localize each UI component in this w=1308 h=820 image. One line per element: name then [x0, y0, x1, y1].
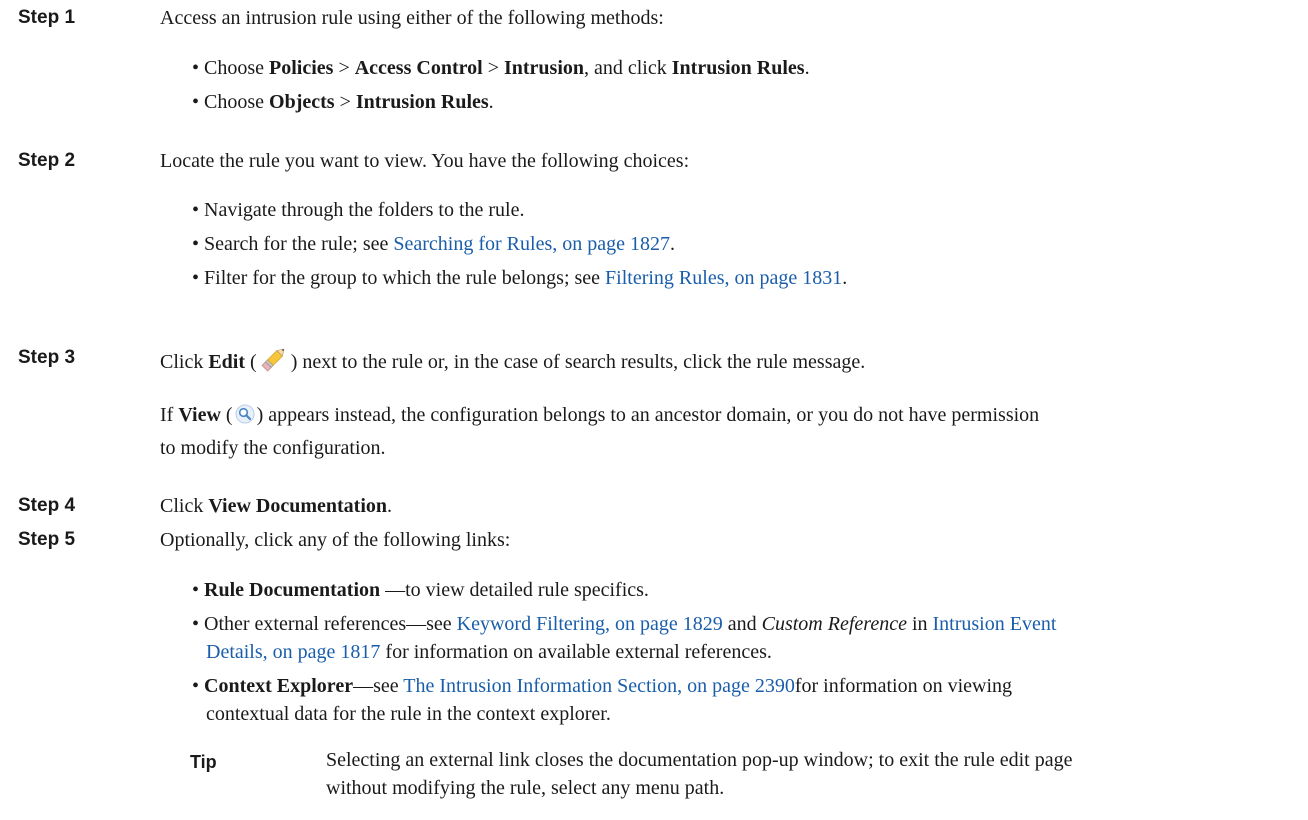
step-2-bullet-2: • Search for the rule; see Searching for…: [192, 233, 675, 255]
para-line-1: appears instead, the configuration belon…: [263, 404, 1040, 426]
para-pre: If: [160, 404, 179, 426]
bullet-pre: Choose: [204, 91, 270, 113]
keyword-filtering-link[interactable]: Keyword Filtering, on page 1829: [457, 613, 723, 635]
step-1-bullet-2: • Choose Objects > Intrusion Rules.: [192, 91, 494, 113]
bullet-text: Navigate through the folders to the rule…: [204, 199, 525, 221]
magnifier-icon: [235, 403, 255, 433]
bullet-post: for information on available external re…: [380, 641, 772, 663]
intrusion-event-details-link-part-1[interactable]: Intrusion Event: [933, 613, 1057, 635]
bullet-pre: Filter for the group to which the rule b…: [204, 267, 606, 289]
bullet-pre: Other external references—see: [204, 613, 457, 635]
bullet-end: .: [804, 57, 810, 79]
step-1-bullet-1: • Choose Policies > Access Control > Int…: [192, 57, 810, 79]
bullet-end: .: [842, 267, 848, 289]
step-2-bullet-1: • Navigate through the folders to the ru…: [192, 199, 525, 221]
bullet-post-1: for information on viewing: [794, 675, 1013, 697]
rule-documentation-label: Rule Documentation: [204, 579, 381, 601]
bullet-end: .: [488, 91, 494, 113]
step-5-label: Step 5: [18, 529, 76, 550]
step-4-text: Click View Documentation.: [160, 492, 1300, 520]
bullet-continuation: contextual data for the rule in the cont…: [206, 703, 611, 725]
view-label: View: [178, 404, 221, 426]
step-3-label: Step 3: [18, 347, 76, 368]
menu-intrusion-rules: Intrusion Rules: [355, 91, 489, 113]
para-end: .: [387, 495, 393, 517]
menu-intrusion: Intrusion: [503, 57, 584, 79]
para-pre: Click: [160, 351, 209, 373]
bullet-pre: Choose: [204, 57, 270, 79]
menu-separator: >: [334, 91, 356, 113]
edit-label: Edit: [208, 351, 246, 373]
intrusion-information-section-link[interactable]: The Intrusion Information Section, on pa…: [403, 675, 795, 697]
intrusion-event-details-link-part-2[interactable]: Details, on page 1817: [206, 641, 380, 663]
step-3-para-2: If View () appears instead, the configur…: [160, 400, 1300, 463]
step-4-label: Step 4: [18, 495, 76, 516]
view-documentation-label: View Documentation: [208, 495, 388, 517]
bullet-and: and: [722, 613, 762, 635]
step-5-text: Optionally, click any of the following l…: [160, 529, 511, 551]
para-post: next to the rule or, in the case of sear…: [297, 351, 866, 373]
bullet-continuation: Details, on page 1817 for information on…: [192, 638, 1302, 666]
bullet-mid: , and click: [584, 57, 672, 79]
bullet-end: .: [669, 233, 675, 255]
filtering-rules-link[interactable]: Filtering Rules, on page 1831: [605, 267, 842, 289]
step-3-para-1: Click Edit () next to the rule or, in th…: [160, 344, 1300, 382]
bullet-in: in: [906, 613, 933, 635]
bullet-post: —to view detailed rule specifics.: [380, 579, 649, 601]
para-line-2: to modify the configuration.: [160, 437, 386, 459]
menu-separator: >: [482, 57, 504, 79]
step-2-bullet-3: • Filter for the group to which the rule…: [192, 267, 848, 289]
step-5-bullet-2: • Other external references—see Keyword …: [192, 610, 1302, 666]
tip-label: Tip: [190, 752, 217, 772]
menu-access-control: Access Control: [354, 57, 483, 79]
step-2-text: Locate the rule you want to view. You ha…: [160, 150, 690, 172]
tip-line-2: without modifying the rule, select any m…: [326, 777, 725, 799]
bullet-dash: —see: [353, 675, 404, 697]
step-1-label: Step 1: [18, 7, 76, 28]
searching-for-rules-link[interactable]: Searching for Rules, on page 1827: [393, 233, 670, 255]
custom-reference-text: Custom Reference: [761, 613, 907, 635]
menu-separator: >: [333, 57, 355, 79]
pencil-icon: [259, 344, 289, 382]
step-1-text: Access an intrusion rule using either of…: [160, 7, 664, 29]
context-explorer-label: Context Explorer: [204, 675, 354, 697]
para-pre: Click: [160, 495, 209, 517]
tip-line-1: Selecting an external link closes the do…: [326, 749, 1073, 771]
step-5-bullet-3: • Context Explorer—see The Intrusion Inf…: [192, 672, 1302, 728]
paren-open: (: [220, 404, 233, 426]
bullet-pre: Search for the rule; see: [204, 233, 394, 255]
menu-policies: Policies: [269, 57, 334, 79]
menu-intrusion-rules: Intrusion Rules: [671, 57, 805, 79]
step-2-label: Step 2: [18, 150, 76, 171]
step-5-bullet-1: • Rule Documentation —to view detailed r…: [192, 579, 649, 601]
menu-objects: Objects: [269, 91, 335, 113]
paren-open: (: [245, 351, 257, 373]
tip-text: Selecting an external link closes the do…: [326, 746, 1286, 802]
